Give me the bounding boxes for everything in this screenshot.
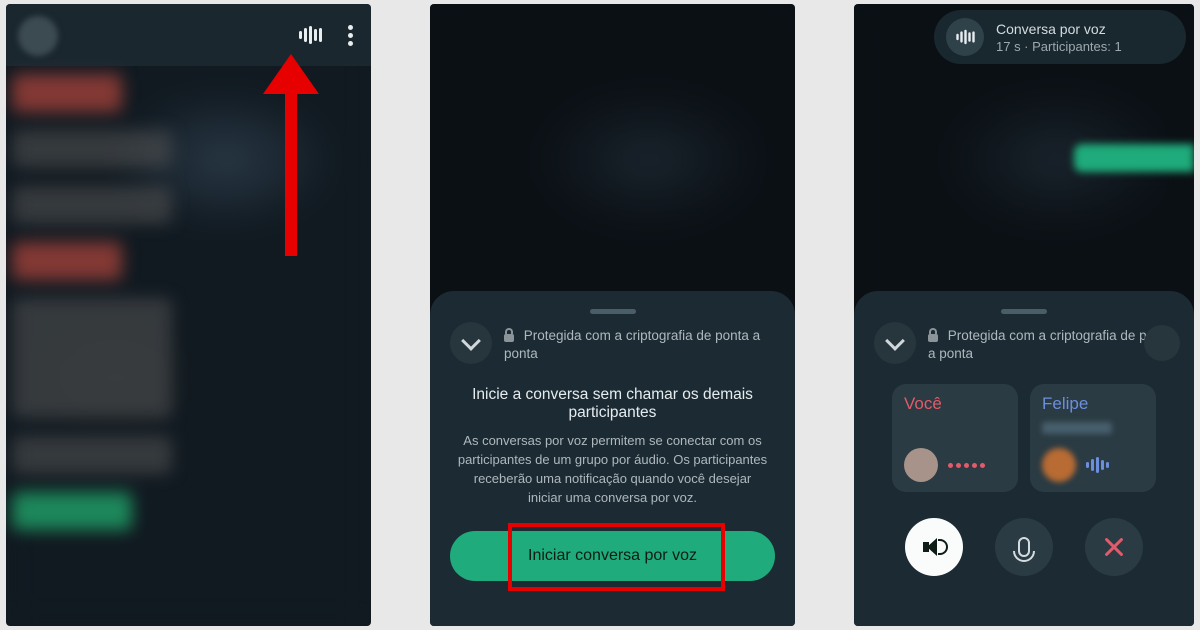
collapse-button[interactable] xyxy=(874,322,916,364)
sheet-headline: Inicie a conversa sem chamar os demais p… xyxy=(450,386,775,422)
lock-icon xyxy=(504,328,514,342)
voice-chat-icon[interactable] xyxy=(299,26,322,44)
mute-button[interactable] xyxy=(995,518,1053,576)
encryption-text: Protegida com a criptografia de ponta a … xyxy=(928,328,1173,361)
voice-chip-title: Conversa por voz xyxy=(996,21,1122,37)
outgoing-message-blur xyxy=(1074,144,1194,172)
participant-avatar xyxy=(1042,448,1076,482)
voice-wave-icon xyxy=(946,18,984,56)
screenshot-1 xyxy=(6,4,371,626)
start-voice-sheet: Protegida com a criptografia de ponta a … xyxy=(430,291,795,626)
screenshot-3: Conversa por voz 17 s · Participantes: 1… xyxy=(854,4,1194,626)
sheet-handle[interactable] xyxy=(590,309,636,314)
active-voice-chip[interactable]: Conversa por voz 17 s · Participantes: 1 xyxy=(934,10,1186,64)
encryption-row: Protegida com a criptografia de ponta a … xyxy=(874,322,1174,364)
start-button-wrap: Iniciar conversa por voz xyxy=(450,531,775,581)
call-controls xyxy=(905,518,1143,576)
screenshot-2: Protegida com a criptografia de ponta a … xyxy=(430,4,795,626)
speaker-icon xyxy=(923,536,945,558)
microphone-icon xyxy=(1018,537,1030,557)
participant-status-blur xyxy=(1042,422,1112,434)
chat-topbar xyxy=(6,4,371,66)
close-icon xyxy=(1102,535,1126,559)
more-options-icon[interactable] xyxy=(348,25,353,46)
group-avatar[interactable] xyxy=(18,16,58,56)
participant-name: Você xyxy=(904,394,1006,414)
collapse-button[interactable] xyxy=(450,322,492,364)
voice-chip-subtitle: 17 s · Participantes: 1 xyxy=(996,39,1122,54)
participants-row: Você Felipe xyxy=(874,384,1174,492)
encryption-row: Protegida com a criptografia de ponta a … xyxy=(450,322,775,364)
lock-icon xyxy=(928,328,938,342)
chevron-down-icon xyxy=(885,331,905,351)
chevron-down-icon xyxy=(461,331,481,351)
leave-button[interactable] xyxy=(1085,518,1143,576)
speaking-indicator-icon xyxy=(948,463,985,468)
blurred-messages xyxy=(12,74,212,616)
participant-card-you[interactable]: Você xyxy=(892,384,1018,492)
sheet-handle[interactable] xyxy=(1001,309,1047,314)
participant-card-felipe[interactable]: Felipe xyxy=(1030,384,1156,492)
speaker-button[interactable] xyxy=(905,518,963,576)
encryption-text: Protegida com a criptografia de ponta a … xyxy=(504,328,760,361)
participant-name: Felipe xyxy=(1042,394,1144,414)
expand-icon[interactable] xyxy=(1144,325,1180,361)
sheet-description: As conversas por voz permitem se conecta… xyxy=(450,432,775,507)
annotation-highlight-box xyxy=(508,523,725,591)
voice-chat-sheet: Protegida com a criptografia de ponta a … xyxy=(854,291,1194,626)
participant-avatar xyxy=(904,448,938,482)
audio-wave-icon xyxy=(1086,457,1109,473)
voice-chip-text: Conversa por voz 17 s · Participantes: 1 xyxy=(996,21,1122,54)
